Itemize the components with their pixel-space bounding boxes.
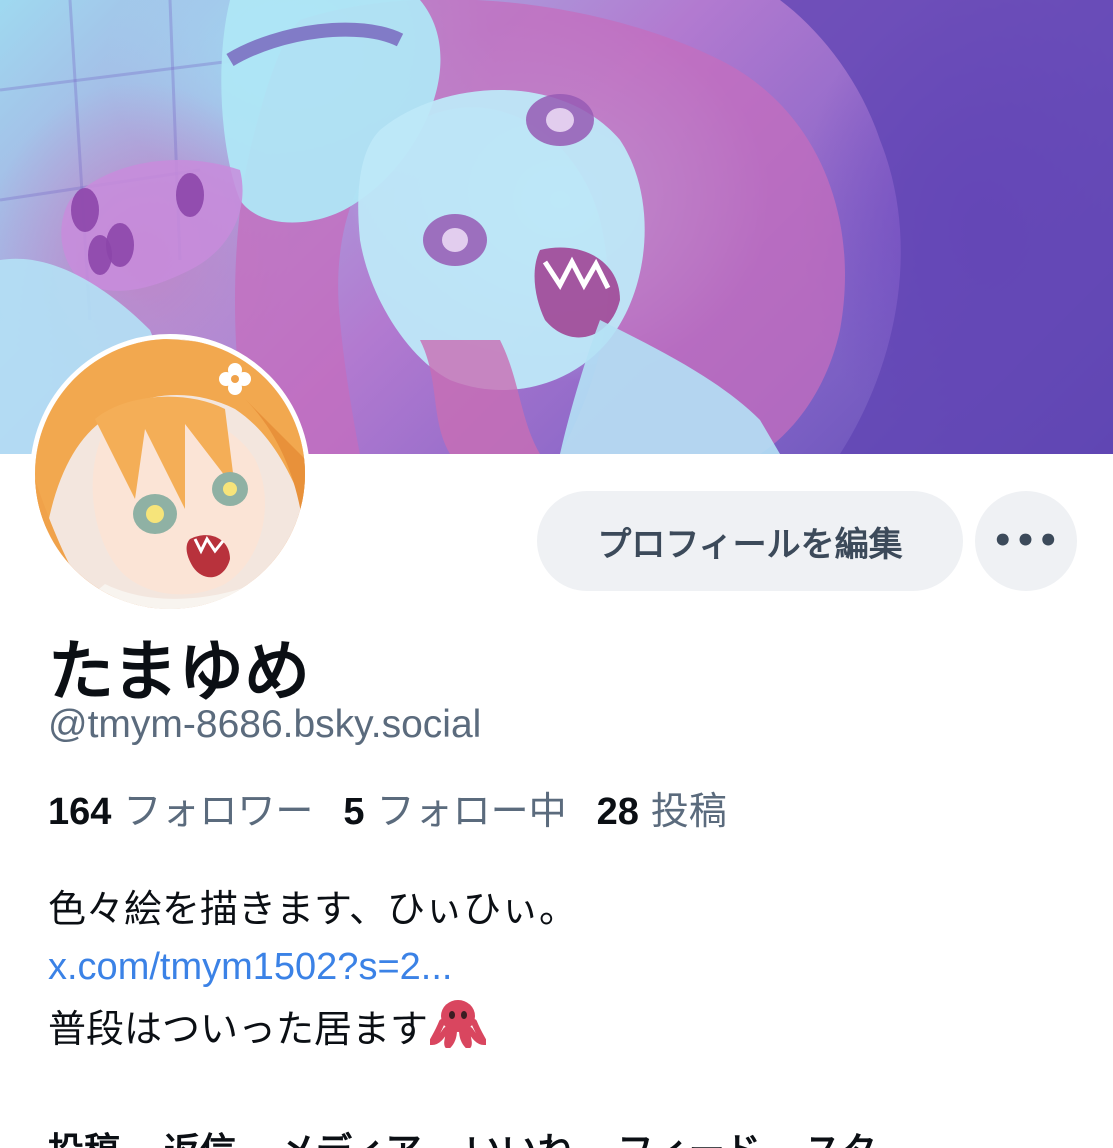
more-options-button[interactable]: ••• (975, 491, 1077, 591)
edit-profile-button[interactable]: プロフィールを編集 (537, 491, 963, 591)
display-name: たまゆめ (48, 633, 311, 710)
tab-replies[interactable]: 返信 (164, 1122, 236, 1148)
handle: @tmym-8686.bsky.social (48, 703, 482, 746)
bio-line-3: 普段はついった居ます (48, 1007, 429, 1051)
profile-stats: 164 フォロワー 5 フォロー中 28 投稿 (48, 780, 757, 835)
more-icon: ••• (991, 521, 1061, 561)
following-stat[interactable]: 5 フォロー中 (343, 780, 566, 835)
tab-feeds[interactable]: フィード (618, 1122, 761, 1148)
followers-label: フォロワー (123, 789, 314, 833)
posts-label: 投稿 (650, 789, 727, 833)
profile-bio: 色々絵を描きます、ひぃひぃ。 x.com/tmym1502?s=2... 普段は… (48, 880, 577, 1058)
octopus-emoji (430, 1000, 487, 1048)
following-count: 5 (343, 791, 365, 833)
bio-line-1: 色々絵を描きます、ひぃひぃ。 (48, 887, 577, 931)
avatar[interactable] (30, 334, 310, 614)
followers-count: 164 (48, 791, 112, 833)
posts-stat: 28 投稿 (597, 780, 727, 835)
bio-line-3-wrap: 普段はついった居ます (48, 996, 577, 1058)
following-label: フォロー中 (376, 789, 567, 833)
followers-stat[interactable]: 164 フォロワー (48, 780, 313, 835)
posts-count: 28 (596, 791, 639, 833)
profile-page: プロフィールを編集 ••• たまゆめ @tmym-8686.bsky.socia… (0, 0, 1113, 1148)
tab-starter-packs[interactable]: スタ (805, 1122, 877, 1148)
tab-posts[interactable]: 投稿 (48, 1122, 120, 1148)
tab-media[interactable]: メディア (280, 1122, 421, 1148)
tab-likes[interactable]: いいね (466, 1122, 574, 1148)
bio-link[interactable]: x.com/tmym1502?s=2... (48, 938, 577, 996)
avatar-illustration (35, 339, 305, 609)
profile-tabs: 投稿 返信 メディア いいね フィード スタ (48, 1122, 877, 1148)
